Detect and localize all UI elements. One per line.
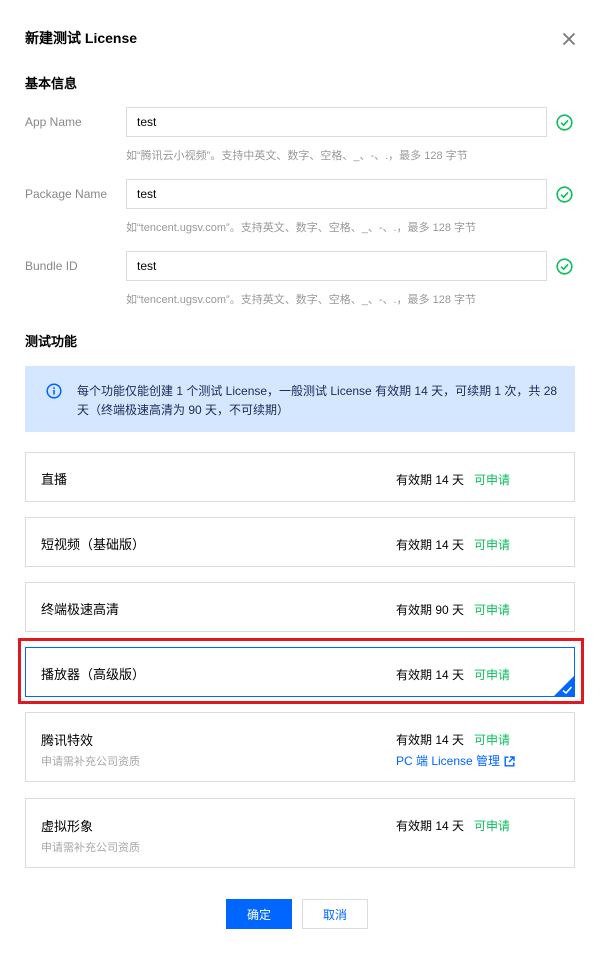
feature-validity: 有效期 14 天 bbox=[396, 473, 465, 487]
feature-name: 虚拟形象 bbox=[41, 819, 94, 834]
feature-card-live[interactable]: 直播 有效期 14 天 可申请 bbox=[25, 452, 575, 502]
feature-status: 可申请 bbox=[474, 538, 511, 552]
app-name-hint: 如“腾讯云小视频”。支持中英文、数字、空格、_、-、.，最多 128 字节 bbox=[126, 150, 468, 162]
pc-license-link[interactable]: PC 端 License 管理 bbox=[396, 752, 515, 769]
bundle-id-input[interactable] bbox=[126, 251, 547, 281]
feature-card-effects[interactable]: 腾讯特效 申请需补充公司资质 有效期 14 天 可申请 PC 端 License… bbox=[25, 712, 575, 782]
app-name-label: App Name bbox=[25, 115, 82, 129]
feature-status: 可申请 bbox=[474, 733, 511, 747]
feature-status: 可申请 bbox=[474, 819, 511, 833]
feature-validity: 有效期 14 天 bbox=[396, 538, 465, 552]
feature-sub: 申请需补充公司资质 bbox=[41, 756, 140, 768]
package-name-input[interactable] bbox=[126, 179, 547, 209]
external-link-icon bbox=[504, 756, 515, 767]
feature-status: 可申请 bbox=[474, 473, 511, 487]
close-icon bbox=[562, 32, 576, 46]
dialog-title: 新建测试 License bbox=[25, 30, 138, 46]
check-circle-icon bbox=[556, 258, 573, 275]
bundle-id-hint: 如“tencent.ugsv.com”。支持英文、数字、空格、_、-、.，最多 … bbox=[126, 294, 477, 306]
feature-card-player[interactable]: 播放器（高级版） 有效期 14 天 可申请 bbox=[25, 647, 575, 697]
feature-sub: 申请需补充公司资质 bbox=[41, 842, 140, 854]
notice-banner: 每个功能仅能创建 1 个测试 License，一般测试 License 有效期 … bbox=[25, 366, 575, 432]
feature-name: 短视频（基础版） bbox=[41, 537, 146, 552]
feature-validity: 有效期 14 天 bbox=[396, 733, 465, 747]
feature-validity: 有效期 90 天 bbox=[396, 603, 465, 617]
notice-text: 每个功能仅能创建 1 个测试 License，一般测试 License 有效期 … bbox=[77, 384, 558, 417]
pc-license-link-label: PC 端 License 管理 bbox=[396, 754, 501, 768]
feature-name: 直播 bbox=[41, 472, 68, 487]
close-button[interactable] bbox=[560, 30, 578, 48]
test-features-title: 测试功能 bbox=[25, 334, 78, 349]
feature-validity: 有效期 14 天 bbox=[396, 819, 465, 833]
feature-validity: 有效期 14 天 bbox=[396, 668, 465, 682]
check-circle-icon bbox=[556, 114, 573, 131]
feature-status: 可申请 bbox=[474, 668, 511, 682]
package-name-label: Package Name bbox=[25, 187, 108, 201]
feature-card-short-video[interactable]: 短视频（基础版） 有效期 14 天 可申请 bbox=[25, 517, 575, 567]
feature-name: 腾讯特效 bbox=[41, 733, 94, 748]
bundle-id-label: Bundle ID bbox=[25, 259, 78, 273]
check-circle-icon bbox=[556, 186, 573, 203]
info-icon bbox=[46, 383, 62, 399]
feature-name: 播放器（高级版） bbox=[41, 667, 146, 682]
confirm-button[interactable]: 确定 bbox=[226, 899, 292, 929]
basic-info-title: 基本信息 bbox=[25, 76, 78, 91]
feature-name: 终端极速高清 bbox=[41, 602, 120, 617]
corner-check-icon bbox=[554, 676, 574, 696]
app-name-input[interactable] bbox=[126, 107, 547, 137]
feature-card-hd[interactable]: 终端极速高清 有效期 90 天 可申请 bbox=[25, 582, 575, 632]
feature-card-avatar[interactable]: 虚拟形象 申请需补充公司资质 有效期 14 天 可申请 bbox=[25, 798, 575, 868]
package-name-hint: 如“tencent.ugsv.com”。支持英文、数字、空格、_、-、.，最多 … bbox=[126, 222, 477, 234]
feature-status: 可申请 bbox=[474, 603, 511, 617]
cancel-button[interactable]: 取消 bbox=[302, 899, 368, 929]
